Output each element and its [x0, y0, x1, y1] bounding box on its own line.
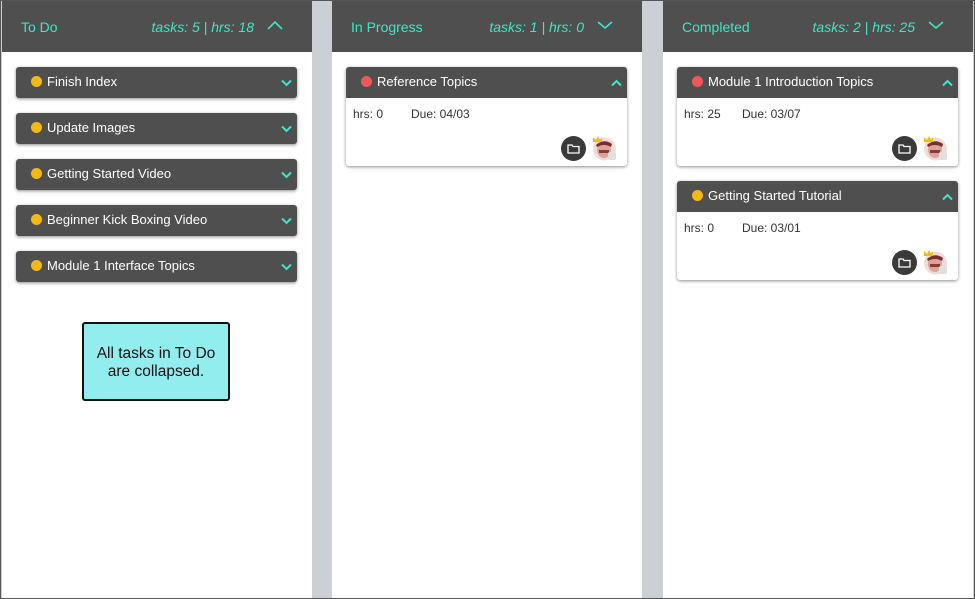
task-header[interactable]: Getting Started Tutorial — [677, 181, 958, 212]
task-title: Module 1 Introduction Topics — [708, 74, 874, 89]
task-title: Getting Started Tutorial — [708, 188, 842, 203]
task-header[interactable]: Finish Index — [16, 67, 297, 98]
task-hours: hrs: 25 — [684, 107, 721, 121]
chevron-up-icon[interactable] — [266, 19, 284, 31]
avatar[interactable] — [923, 136, 948, 161]
status-dot — [31, 260, 42, 271]
chevron-down-icon[interactable] — [281, 79, 292, 87]
task-card[interactable]: Module 1 Interface Topics — [16, 251, 297, 282]
task-header[interactable]: Module 1 Introduction Topics — [677, 67, 958, 98]
task-due-date: Due: 04/03 — [411, 107, 470, 121]
task-header[interactable]: Beginner Kick Boxing Video — [16, 205, 297, 236]
status-dot — [692, 76, 703, 87]
column-stats: tasks: 1 | hrs: 0 — [489, 19, 584, 35]
task-card[interactable]: Update Images — [16, 113, 297, 144]
column-header-todo[interactable]: To Do tasks: 5 | hrs: 18 — [2, 1, 312, 52]
column-in-progress: In Progress tasks: 1 | hrs: 0 Reference … — [332, 1, 642, 598]
task-card[interactable]: Finish Index — [16, 67, 297, 98]
task-title: Reference Topics — [377, 74, 478, 89]
task-due-date: Due: 03/07 — [742, 107, 801, 121]
column-stats: tasks: 5 | hrs: 18 — [151, 19, 254, 35]
column-stats: tasks: 2 | hrs: 25 — [812, 19, 915, 35]
task-title: Update Images — [47, 120, 136, 135]
annotation-line: All tasks in To Do — [96, 345, 216, 362]
task-title: Getting Started Video — [47, 166, 172, 181]
task-title: Beginner Kick Boxing Video — [47, 212, 208, 227]
task-card[interactable]: Getting Started Video — [16, 159, 297, 190]
task-card[interactable]: Getting Started Tutorial hrs: 0 Due: 03/… — [677, 181, 958, 280]
task-card[interactable]: Reference Topics hrs: 0 Due: 04/03 — [346, 67, 627, 166]
task-header[interactable]: Update Images — [16, 113, 297, 144]
status-dot — [31, 76, 42, 87]
task-details: hrs: 0 Due: 03/01 — [677, 212, 958, 280]
task-due-date: Due: 03/01 — [742, 221, 801, 235]
chevron-up-icon[interactable] — [942, 79, 953, 87]
annotation-line: are collapsed. — [107, 363, 205, 380]
task-header[interactable]: Module 1 Interface Topics — [16, 251, 297, 282]
task-header[interactable]: Reference Topics — [346, 67, 627, 98]
chevron-down-icon[interactable] — [281, 125, 292, 133]
folder-icon[interactable] — [892, 136, 917, 161]
status-dot — [31, 122, 42, 133]
avatar[interactable] — [923, 250, 948, 275]
chevron-up-icon[interactable] — [611, 79, 622, 87]
task-title: Finish Index — [47, 74, 118, 89]
chevron-down-icon[interactable] — [281, 217, 292, 225]
status-dot — [31, 214, 42, 225]
task-hours: hrs: 0 — [684, 221, 715, 235]
column-header-completed[interactable]: Completed tasks: 2 | hrs: 25 — [663, 1, 973, 52]
status-dot — [692, 190, 703, 201]
task-header[interactable]: Getting Started Video — [16, 159, 297, 190]
chevron-up-icon[interactable] — [942, 193, 953, 201]
status-dot — [31, 168, 42, 179]
column-title: In Progress — [351, 19, 423, 35]
column-header-in-progress[interactable]: In Progress tasks: 1 | hrs: 0 — [332, 1, 642, 52]
task-hours: hrs: 0 — [353, 107, 384, 121]
folder-icon[interactable] — [561, 136, 586, 161]
avatar[interactable] — [592, 136, 617, 161]
chevron-down-icon[interactable] — [927, 19, 945, 31]
column-title: Completed — [682, 19, 750, 35]
folder-icon[interactable] — [892, 250, 917, 275]
task-card[interactable]: Module 1 Introduction Topics hrs: 25 Due… — [677, 67, 958, 166]
annotation-callout: All tasks in To Do are collapsed. — [82, 322, 230, 401]
column-todo: To Do tasks: 5 | hrs: 18 Finish Index Up… — [2, 1, 312, 598]
task-card[interactable]: Beginner Kick Boxing Video — [16, 205, 297, 236]
task-details: hrs: 0 Due: 04/03 — [346, 98, 627, 166]
column-completed: Completed tasks: 2 | hrs: 25 Module 1 In… — [663, 1, 973, 598]
chevron-down-icon[interactable] — [596, 19, 614, 31]
task-title: Module 1 Interface Topics — [47, 258, 195, 273]
chevron-down-icon[interactable] — [281, 263, 292, 271]
column-title: To Do — [21, 19, 58, 35]
chevron-down-icon[interactable] — [281, 171, 292, 179]
status-dot — [361, 76, 372, 87]
task-details: hrs: 25 Due: 03/07 — [677, 98, 958, 166]
